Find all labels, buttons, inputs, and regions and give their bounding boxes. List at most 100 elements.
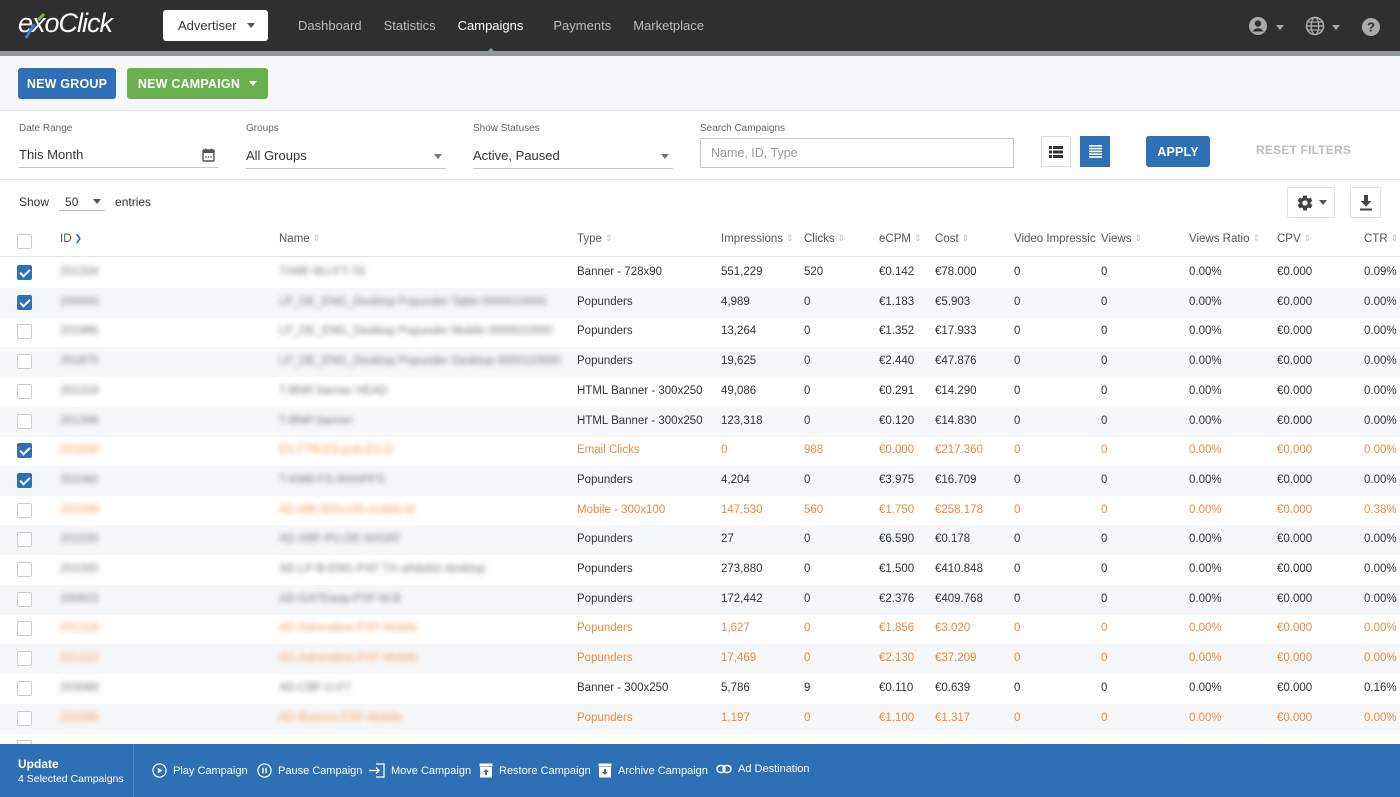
cell-name[interactable]: AD-MB-300x100-mobile-M: [279, 504, 415, 516]
column-header-id[interactable]: ID ❯: [60, 233, 82, 245]
column-header-ctr[interactable]: CTR ⇕: [1364, 233, 1398, 245]
table-row[interactable]: 203089 AD-CBF-U-F7 Banner - 300x250 5,786 9 €…: [0, 674, 1400, 704]
cell-name[interactable]: LP_DE_ENG_Desktop Popunder Mobile 000001…: [279, 325, 553, 337]
globe-icon[interactable]: [1305, 16, 1325, 36]
table-row[interactable]: 201318 T-BNR banner HEAD HTML Banner - 300…: [0, 377, 1400, 407]
table-row[interactable]: 201608 EX-FTB-ES-pub-ES-D Email Clicks 0 988…: [0, 436, 1400, 466]
table-row[interactable]: 201306 T-BNR banner HTML Banner - 300x250 1…: [0, 406, 1400, 437]
show-statuses-select[interactable]: Active, Paused: [473, 143, 673, 169]
cell-name[interactable]: AD-LP-B-ENG-PXF TX-whitelist desktop: [279, 563, 485, 575]
new-group-button[interactable]: NEW GROUP: [18, 68, 116, 99]
account-type-dropdown[interactable]: Advertiser: [163, 10, 268, 41]
cell-name[interactable]: T-BNR banner HEAD: [279, 385, 388, 397]
column-header-views[interactable]: Views ⇕: [1101, 233, 1142, 245]
cell-name[interactable]: AD-GATEway-PXF-M-B: [279, 593, 401, 605]
column-header-name[interactable]: Name ⇕: [279, 233, 320, 245]
exoclick-logo[interactable]: exoClick: [18, 8, 113, 42]
nav-campaigns[interactable]: Campaigns: [458, 0, 523, 56]
table-row[interactable]: 201030 AD-XBF-PU-DE-NX0AT Popunders 27 0 €6.5…: [0, 525, 1400, 556]
cell-name[interactable]: LP_DE_ENG_Desktop Popunder Table 0000010…: [279, 296, 546, 308]
row-checkbox[interactable]: [17, 443, 32, 459]
cell-views: 0: [1101, 355, 1108, 368]
language-menu-caret-icon[interactable]: [1332, 25, 1340, 30]
row-checkbox[interactable]: [17, 532, 32, 548]
table-row[interactable]: 200000 LP_DE_ENG_Desktop Popunder Table 0…: [0, 287, 1400, 318]
groups-select[interactable]: All Groups: [246, 143, 446, 169]
table-row[interactable]: 201098 AD-MB-300x100-mobile-M Mobile - 300…: [0, 496, 1400, 526]
calendar-icon[interactable]: [202, 148, 215, 162]
cell-name[interactable]: TXMF-BU-FT-T8: [279, 266, 365, 278]
move-campaign-button[interactable]: Move Campaign: [368, 763, 471, 778]
row-checkbox[interactable]: [17, 502, 32, 518]
search-campaigns-input[interactable]: [700, 138, 1014, 168]
table-row[interactable]: 201995 LP_DE_ENG_Desktop Popunder Mobile …: [0, 317, 1400, 347]
new-campaign-button[interactable]: NEW CAMPAIGN: [127, 68, 268, 99]
cell-name[interactable]: AD-CBF-U-F7: [279, 682, 351, 694]
table-row[interactable]: 201870 LP_DE_ENG_Desktop Popunder Desktop…: [0, 347, 1400, 378]
cell-clicks: 0: [804, 563, 811, 575]
row-checkbox[interactable]: [17, 383, 32, 399]
column-header-ecpm[interactable]: eCPM ⇕: [879, 233, 922, 245]
cell-name[interactable]: AD-Bounce-PXF-Mobile: [279, 712, 402, 724]
archive-campaign-button[interactable]: Archive Campaign: [598, 763, 708, 778]
reset-filters-button[interactable]: RESET FILTERS: [1256, 143, 1351, 157]
restore-campaign-button[interactable]: Restore Campaign: [479, 763, 591, 778]
nav-payments[interactable]: Payments: [553, 0, 611, 51]
expanded-view-button[interactable]: [1041, 136, 1071, 167]
column-header-clicks[interactable]: Clicks ⇕: [804, 233, 845, 245]
row-checkbox[interactable]: [17, 562, 32, 577]
column-header-impressions[interactable]: Impressions ⇕: [721, 233, 794, 245]
table-row[interactable]: 201060 T-KMB-FS-0000PFS Popunders 4,204 0 €3.…: [0, 465, 1400, 496]
cell-name[interactable]: LP_DE_ENG_Desktop Popunder Desktop 00001…: [279, 355, 560, 367]
cell-type: Mobile - 300x100: [577, 503, 666, 516]
row-checkbox[interactable]: [17, 680, 32, 696]
table-row[interactable]: 201088 AD-Bounce-PXF-Mobile Popunders 1,197…: [0, 703, 1400, 734]
table-row[interactable]: 200915 AD-GATEway-PXF-M-B Popunders 172,442…: [0, 584, 1400, 615]
table-row[interactable]: 201000 AD-LP-B-ENG-PXF TX-whitelist deskt…: [0, 555, 1400, 585]
cell-name[interactable]: EX-FTB-ES-pub-ES-D: [279, 444, 393, 456]
nav-marketplace[interactable]: Marketplace: [633, 0, 704, 51]
select-all-checkbox[interactable]: [17, 234, 32, 249]
cell-name[interactable]: AD-Adrenaline-PXF-Mobile: [279, 652, 418, 664]
column-settings-button[interactable]: [1287, 187, 1335, 218]
row-checkbox[interactable]: [17, 710, 32, 726]
play-campaign-button[interactable]: Play Campaign: [152, 763, 248, 778]
date-range-label: Date Range: [19, 123, 73, 134]
row-checkbox[interactable]: [17, 354, 32, 370]
user-menu-caret-icon[interactable]: [1276, 25, 1284, 30]
cell-name[interactable]: T-KMB-FS-0000PFS: [279, 474, 384, 486]
table-row[interactable]: 201310 AD-Adrenaline-PXF-Mobile Popunders 1…: [0, 644, 1400, 675]
download-button[interactable]: [1350, 187, 1381, 218]
table-row[interactable]: 201334 TXMF-BU-FT-T8 Banner - 728x90 551,22…: [0, 258, 1400, 288]
compact-view-button[interactable]: [1080, 136, 1110, 167]
entries-per-page-select[interactable]: 50: [59, 193, 106, 211]
column-header-cost[interactable]: Cost ⇕: [935, 233, 969, 245]
nav-statistics[interactable]: Statistics: [384, 0, 436, 51]
row-checkbox[interactable]: [17, 472, 32, 488]
row-checkbox[interactable]: [17, 621, 32, 637]
column-header-video-impressions[interactable]: Video Impressic: [1014, 233, 1096, 245]
row-checkbox[interactable]: [17, 651, 32, 667]
apply-button[interactable]: APPLY: [1146, 136, 1210, 167]
cell-views: 0: [1101, 473, 1108, 486]
cell-name[interactable]: T-BNR banner: [279, 415, 353, 427]
column-header-cpv[interactable]: CPV ⇕: [1277, 233, 1311, 245]
column-header-views-ratio[interactable]: Views Ratio ⇕: [1189, 233, 1260, 245]
row-checkbox[interactable]: [17, 591, 32, 607]
user-icon[interactable]: [1248, 16, 1268, 36]
cell-impressions: 551,229: [721, 266, 763, 278]
pause-campaign-button[interactable]: Pause Campaign: [257, 763, 362, 778]
cell-name[interactable]: AD-XBF-PU-DE-NX0AT: [279, 533, 401, 545]
row-checkbox[interactable]: [17, 324, 32, 340]
nav-dashboard[interactable]: Dashboard: [298, 0, 362, 51]
row-checkbox[interactable]: [17, 294, 32, 310]
help-icon[interactable]: ?: [1361, 17, 1381, 37]
column-header-type[interactable]: Type ⇕: [577, 233, 612, 245]
table-row[interactable]: 201318 AD-Adrenaline-PXF-Mobile Popunders 1…: [0, 614, 1400, 644]
date-range-field[interactable]: This Month: [19, 142, 218, 168]
cell-name[interactable]: AD-Adrenaline-PXF-Mobile: [279, 622, 418, 634]
ad-destination-button[interactable]: Ad Destination: [716, 763, 810, 775]
row-checkbox[interactable]: [17, 265, 32, 280]
archive-campaign-label: Archive Campaign: [618, 764, 708, 777]
row-checkbox[interactable]: [17, 413, 32, 429]
